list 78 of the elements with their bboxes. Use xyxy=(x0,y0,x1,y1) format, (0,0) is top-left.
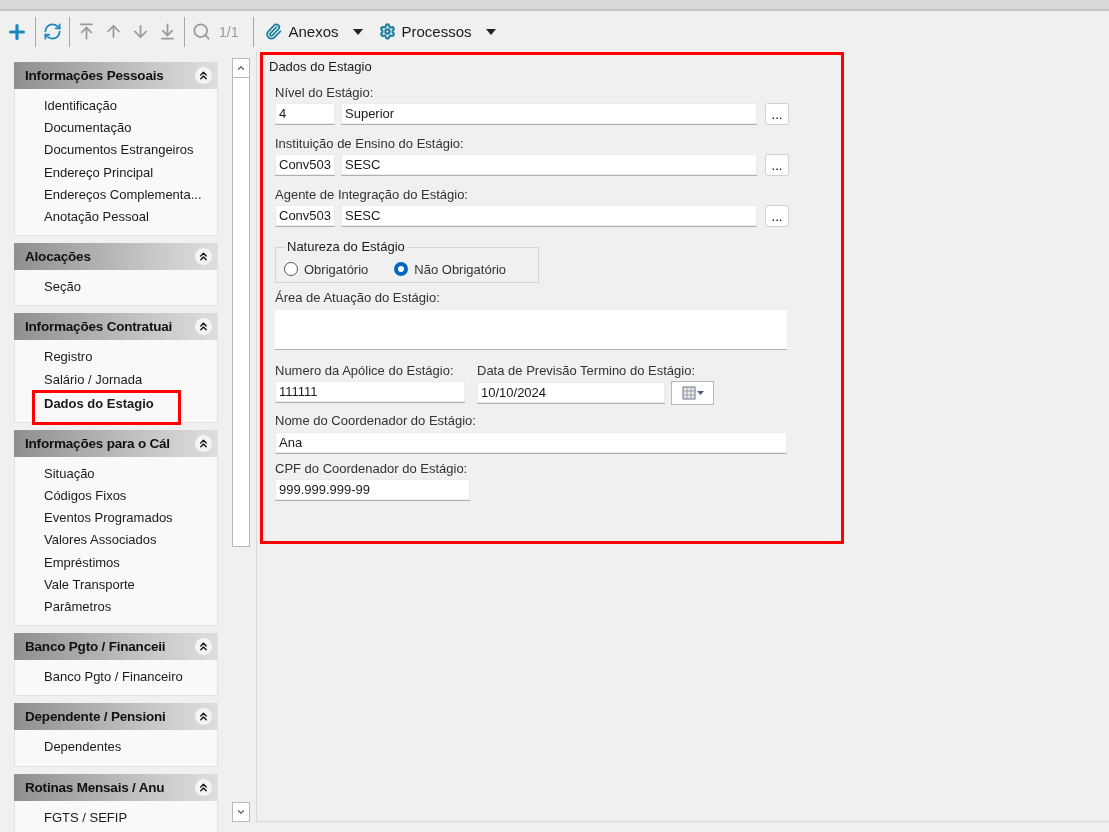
radio-option[interactable]: Não Obrigatório xyxy=(394,261,507,277)
field-label: Nome do Coordenador do Estágio: xyxy=(275,413,476,429)
paperclip-icon xyxy=(265,23,283,40)
caret-icon xyxy=(485,28,496,35)
field-label: Instituição de Ensino do Estágio: xyxy=(275,136,464,152)
nav-item[interactable]: Vale Transporte xyxy=(44,573,135,596)
nav-item[interactable]: Dependentes xyxy=(44,736,122,759)
text-area[interactable] xyxy=(275,310,787,350)
scroll-thumb[interactable] xyxy=(232,78,250,547)
section-header[interactable]: Informações Pessoais xyxy=(14,62,218,89)
nav-item[interactable]: Endereços Complementa... xyxy=(44,183,202,206)
caret-icon xyxy=(352,28,363,35)
scrollbar[interactable] xyxy=(232,58,250,822)
input-field[interactable]: SESC xyxy=(341,154,757,176)
date-field[interactable]: 10/10/2024 xyxy=(477,382,665,404)
field-label: Nível do Estágio: xyxy=(275,85,374,101)
calendar-icon xyxy=(681,386,704,400)
refresh-icon xyxy=(43,22,62,41)
field-label: Agente de Integração do Estágio: xyxy=(275,187,468,203)
nav-item[interactable]: Documentação xyxy=(44,117,132,140)
section-header[interactable]: Informações Contratuai xyxy=(14,313,218,341)
collapse-icon xyxy=(195,638,212,656)
collapse-icon xyxy=(195,434,212,452)
input-field[interactable]: Superior xyxy=(341,103,757,125)
calendar-button[interactable] xyxy=(671,381,714,405)
field-label: Numero da Apólice do Estágio: xyxy=(275,363,454,379)
collapse-icon xyxy=(195,708,212,726)
down-arrow-icon xyxy=(131,22,150,41)
nav-item[interactable]: Documentos Estrangeiros xyxy=(44,139,194,162)
nav-item[interactable]: Registro xyxy=(44,346,93,369)
search-icon xyxy=(192,22,211,41)
code-field[interactable]: Conv503 xyxy=(275,154,335,176)
input-field[interactable]: Ana xyxy=(275,432,787,454)
scroll-down-button[interactable] xyxy=(232,802,250,822)
menu-button[interactable]: Processos xyxy=(370,16,504,47)
input-field[interactable]: 999.999.999-99 xyxy=(275,479,470,501)
input-field[interactable]: 111111 xyxy=(275,381,465,403)
nav-item[interactable]: Empréstimos xyxy=(44,551,120,574)
collapse-icon xyxy=(195,67,212,84)
nav-item[interactable]: Situação xyxy=(44,462,95,486)
last-record-icon xyxy=(158,22,177,41)
scroll-up-button[interactable] xyxy=(232,58,250,78)
first-record-icon xyxy=(77,22,96,41)
nav-item[interactable]: Salário / Jornada xyxy=(44,368,143,391)
nav-item[interactable]: Seção xyxy=(44,276,81,299)
group-title: Natureza do Estágio xyxy=(285,239,407,254)
section-header[interactable]: Banco Pgto / Financeii xyxy=(14,633,218,661)
collapse-icon xyxy=(195,248,212,266)
group-title: Dados do Estagio xyxy=(269,59,372,74)
section-header[interactable]: Dependente / Pensioni xyxy=(14,703,218,731)
code-field[interactable]: Conv503 xyxy=(275,205,335,227)
code-field[interactable]: 4 xyxy=(275,103,335,125)
field-label: Data de Previsão Termino do Estágio: xyxy=(477,363,695,379)
collapse-icon xyxy=(195,318,212,336)
lookup-button[interactable]: ... xyxy=(765,103,789,125)
nav-item[interactable]: Eventos Programados xyxy=(44,507,173,530)
lookup-button[interactable]: ... xyxy=(765,154,789,176)
nav-item[interactable]: Dados do Estagio xyxy=(32,389,181,425)
nav-item[interactable]: Parâmetros xyxy=(44,596,112,619)
nav-item[interactable]: Valores Associados xyxy=(44,529,157,552)
nav-item[interactable]: FGTS / SEFIP xyxy=(44,806,128,829)
menu-button[interactable]: Anexos xyxy=(257,16,371,47)
field-label: CPF do Coordenador do Estágio: xyxy=(275,461,468,477)
section-header[interactable]: Informações para o Cál xyxy=(14,429,218,457)
section-header[interactable]: Rotinas Mensais / Anu xyxy=(14,773,218,801)
nav-item[interactable]: Identificação xyxy=(44,95,117,118)
nav-item[interactable]: Banco Pgto / Financeiro xyxy=(44,666,183,689)
record-counter: 1/1 xyxy=(219,23,239,40)
field-label: Área de Atuação do Estágio: xyxy=(275,290,440,306)
settings-icon xyxy=(378,23,396,40)
section-header[interactable]: Alocações xyxy=(14,243,218,271)
lookup-button[interactable]: ... xyxy=(765,205,789,227)
nav-item[interactable]: Endereço Principal xyxy=(44,161,154,184)
input-field[interactable]: SESC xyxy=(341,205,757,227)
radio-option[interactable]: Obrigatório xyxy=(284,261,369,277)
collapse-icon xyxy=(195,778,212,796)
nav-item[interactable]: Códigos Fixos xyxy=(44,485,127,508)
nav-item[interactable]: Anotação Pessoal xyxy=(44,205,149,229)
